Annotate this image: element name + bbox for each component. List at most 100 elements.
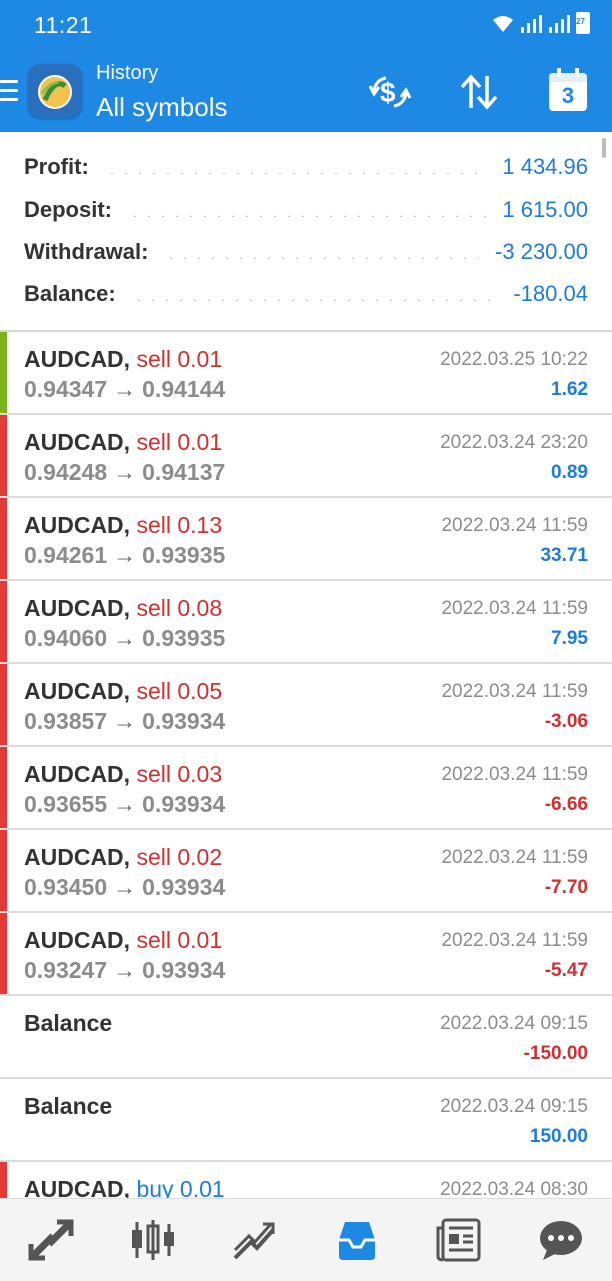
balance-amount: -150.00 <box>523 1043 588 1064</box>
summary-value: -180.04 <box>513 281 588 306</box>
balance-label: Balance <box>24 1093 113 1119</box>
summary-balance: Balance: -180.04 <box>24 277 588 311</box>
deal-row[interactable]: AUDCAD, sell 0.02 0.93450 → 0.93934 2022.0… <box>0 830 612 913</box>
deal-row[interactable]: AUDCAD, sell 0.01 0.94347 → 0.94144 2022.0… <box>0 332 612 415</box>
deal-time: 2022.03.24 11:59 <box>441 764 588 785</box>
deal-symbol: AUDCAD, <box>24 346 131 372</box>
signal-icon <box>521 15 542 33</box>
deal-open-price: 0.93655 <box>24 791 108 817</box>
calendar-icon: 3 <box>549 68 587 111</box>
deal-close-price: 0.94144 <box>142 376 226 402</box>
calendar-button[interactable]: 3 <box>544 68 592 116</box>
deal-symbol: AUDCAD, <box>24 678 131 704</box>
deal-open-price: 0.93857 <box>24 708 108 734</box>
deal-row[interactable]: AUDCAD, sell 0.05 0.93857 → 0.93934 2022.0… <box>0 664 612 747</box>
nav-news[interactable] <box>429 1210 489 1270</box>
system-icons: 27 <box>492 12 590 34</box>
app-bar: History All symbols $ 3 <box>0 52 612 132</box>
arrow-icon: → <box>113 957 137 983</box>
deal-symbol: AUDCAD, <box>24 1176 131 1200</box>
deal-time: 2022.03.24 11:59 <box>441 681 588 702</box>
deal-close-price: 0.93934 <box>142 708 226 734</box>
signal-icon-2 <box>549 15 570 33</box>
status-bar: 11:21 27 <box>0 0 612 52</box>
sort-button[interactable] <box>455 68 503 116</box>
deal-indicator <box>0 1162 7 1200</box>
summary-value: 1 615.00 <box>502 197 588 222</box>
deal-open-price: 0.94261 <box>24 542 108 568</box>
deal-row[interactable]: AUDCAD, sell 0.01 0.93247 → 0.93934 2022.0… <box>0 913 612 996</box>
arrow-icon: → <box>113 874 137 900</box>
deal-symbol: AUDCAD, <box>24 429 131 455</box>
summary-label: Profit: <box>24 154 89 179</box>
nav-trade[interactable] <box>225 1210 285 1270</box>
nav-history[interactable] <box>327 1210 387 1270</box>
battery-icon: 27 <box>576 12 590 34</box>
deal-symbol: AUDCAD, <box>24 512 131 538</box>
deal-side: sell 0.05 <box>136 678 223 704</box>
deal-profit: -3.06 <box>544 711 588 732</box>
arrow-icon: → <box>113 708 137 734</box>
dotted-leader <box>128 215 487 217</box>
deal-row[interactable]: AUDCAD, sell 0.08 0.94060 → 0.93935 2022.0… <box>0 581 612 664</box>
deal-row[interactable]: AUDCAD, sell 0.01 0.94248 → 0.94137 2022.0… <box>0 415 612 498</box>
chart-icon <box>132 1220 174 1260</box>
nav-chat[interactable] <box>531 1210 591 1270</box>
balance-time: 2022.03.24 09:15 <box>440 1013 588 1034</box>
deal-open-price: 0.94248 <box>24 459 108 485</box>
balance-row[interactable]: Balance 2022.03.24 09:15 -150.00 <box>0 996 612 1079</box>
balance-amount: 150.00 <box>529 1126 588 1147</box>
deal-time: 2022.03.25 10:22 <box>440 349 588 370</box>
arrow-icon: → <box>113 542 137 568</box>
deal-time: 2022.03.24 11:59 <box>441 515 588 536</box>
deal-symbol: AUDCAD, <box>24 595 131 621</box>
deal-indicator <box>0 664 7 745</box>
deal-open-price: 0.93450 <box>24 874 108 900</box>
svg-text:$: $ <box>380 77 396 108</box>
deal-row[interactable]: AUDCAD, sell 0.03 0.93655 → 0.93934 2022.0… <box>0 747 612 830</box>
arrow-icon: → <box>113 376 137 402</box>
summary-label: Deposit: <box>24 197 112 222</box>
deal-profit: -7.70 <box>544 877 588 898</box>
summary-value: 1 434.96 <box>502 154 588 179</box>
deal-time: 2022.03.24 08:30 <box>440 1179 588 1200</box>
deal-row[interactable]: AUDCAD, buy 0.01 2022.03.24 08:30 <box>0 1162 612 1200</box>
dotted-leader <box>104 172 487 174</box>
arrow-icon: → <box>113 459 137 485</box>
page-title[interactable]: All symbols <box>96 92 227 123</box>
nav-chart[interactable] <box>123 1210 183 1270</box>
deal-side: sell 0.01 <box>136 927 223 953</box>
history-list[interactable]: AUDCAD, sell 0.01 0.94347 → 0.94144 2022.0… <box>0 330 612 1200</box>
scrollbar[interactable] <box>602 138 606 158</box>
deal-row[interactable]: AUDCAD, sell 0.13 0.94261 → 0.93935 2022.0… <box>0 498 612 581</box>
deal-indicator <box>0 747 7 828</box>
menu-icon[interactable] <box>0 80 18 102</box>
arrow-icon: → <box>113 625 137 651</box>
nav-quotes[interactable] <box>21 1210 81 1270</box>
quotes-icon <box>28 1219 74 1261</box>
chat-icon <box>540 1221 582 1260</box>
deal-symbol: AUDCAD, <box>24 761 131 787</box>
summary-panel: Profit: 1 434.96 Deposit: 1 615.00 Withd… <box>0 132 612 330</box>
deal-close-price: 0.93934 <box>142 791 226 817</box>
deal-close-price: 0.93934 <box>142 874 226 900</box>
app-logo <box>28 64 82 118</box>
bottom-navigation <box>0 1198 612 1281</box>
deal-indicator <box>0 415 7 496</box>
deal-profit: 33.71 <box>540 545 588 566</box>
deal-open-price: 0.94060 <box>24 625 108 651</box>
deal-indicator <box>0 913 7 994</box>
page-subtitle: History <box>96 62 159 84</box>
balance-row[interactable]: Balance 2022.03.24 09:15 150.00 <box>0 1079 612 1162</box>
summary-label: Withdrawal: <box>24 239 149 264</box>
deal-time: 2022.03.24 23:20 <box>440 432 588 453</box>
deal-profit: -5.47 <box>544 960 588 981</box>
balance-time: 2022.03.24 09:15 <box>440 1096 588 1117</box>
deposit-filter-button[interactable]: $ <box>366 68 414 116</box>
deal-indicator <box>0 332 7 413</box>
deal-open-price: 0.94347 <box>24 376 108 402</box>
deal-indicator <box>0 498 7 579</box>
summary-profit: Profit: 1 434.96 <box>24 150 588 184</box>
sort-icon <box>460 74 498 110</box>
deal-close-price: 0.93934 <box>142 957 226 983</box>
